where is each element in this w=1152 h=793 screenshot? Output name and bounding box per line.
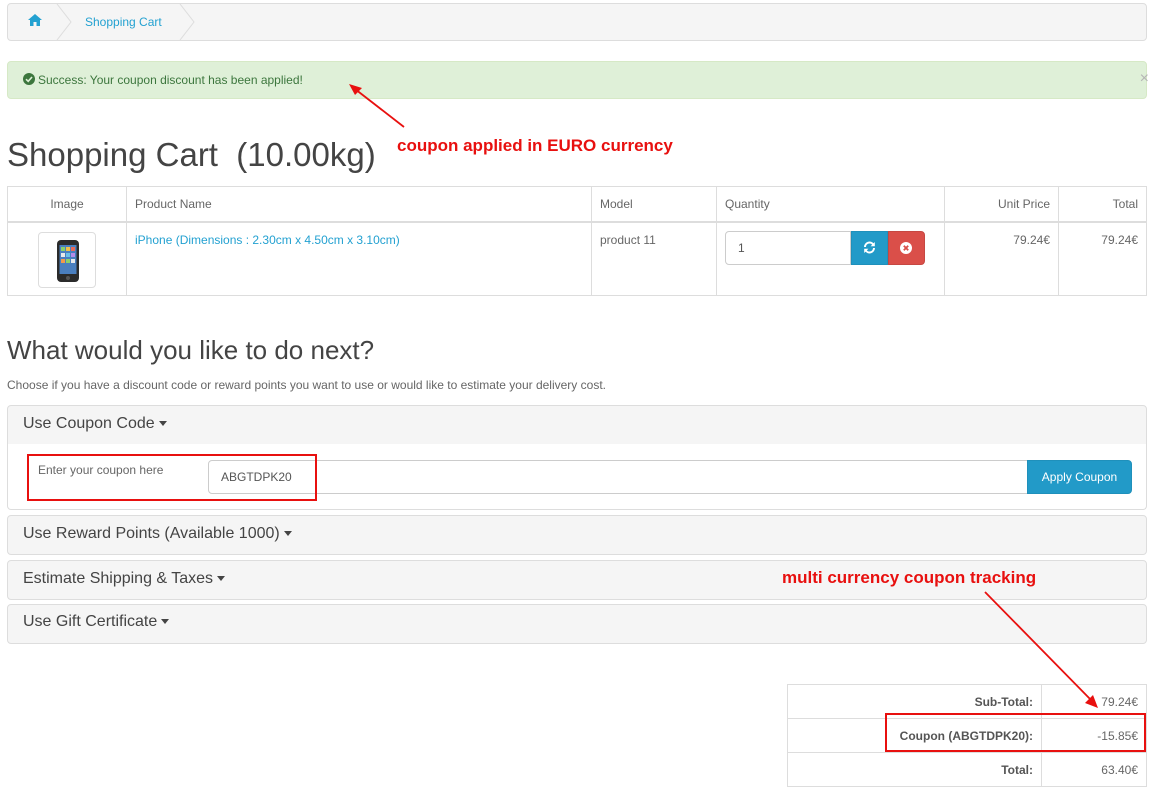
caret-down-icon <box>161 619 170 625</box>
update-button[interactable] <box>851 230 888 265</box>
total-value: 63.40€ <box>1041 752 1147 787</box>
breadcrumb-separator <box>56 4 72 40</box>
caret-down-icon <box>217 576 226 582</box>
check-circle-icon <box>23 73 35 85</box>
page-title: Shopping Cart (10.00kg) <box>7 136 376 173</box>
caret-down-icon <box>283 531 292 537</box>
phone-icon <box>57 239 79 282</box>
cart-table-header: Image Product Name Model Quantity Unit P… <box>7 186 1147 223</box>
quantity-group <box>725 230 925 265</box>
product-name-link[interactable]: iPhone (Dimensions : 2.30cm x 4.50cm x 3… <box>135 233 400 247</box>
reward-panel-title[interactable]: Use Reward Points (Available 1000) <box>23 525 292 543</box>
breadcrumb-separator <box>179 4 195 40</box>
coupon-input[interactable] <box>208 460 1028 494</box>
subtotal-value: 79.24€ <box>1041 684 1147 719</box>
cart-image-cell <box>7 221 127 296</box>
total-cell: 79.24€ <box>1058 221 1147 296</box>
totals-table: Sub-Total: 79.24€ Coupon (ABGTDPK20): -1… <box>787 684 1147 787</box>
remove-button[interactable] <box>887 230 925 265</box>
subtotal-label: Sub-Total: <box>787 684 1042 719</box>
apply-coupon-button[interactable]: Apply Coupon <box>1027 460 1132 494</box>
home-icon <box>28 14 42 26</box>
success-alert: Success: Your coupon discount has been a… <box>7 61 1149 99</box>
table-row: iPhone (Dimensions : 2.30cm x 4.50cm x 3… <box>7 221 1147 296</box>
alert-message: Success: Your coupon discount has been a… <box>38 73 303 87</box>
coupon-panel-title[interactable]: Use Coupon Code <box>23 415 167 433</box>
gift-panel-title[interactable]: Use Gift Certificate <box>23 613 170 631</box>
cart-model-cell: product 11 <box>591 221 717 296</box>
coupon-discount-label: Coupon (ABGTDPK20): <box>787 718 1042 753</box>
coupon-label: Enter your coupon here <box>38 463 164 477</box>
column-header: Unit Price <box>944 186 1059 223</box>
table-row: Coupon (ABGTDPK20): -15.85€ <box>787 718 1147 753</box>
table-row: Total: 63.40€ <box>787 752 1147 787</box>
column-header: Quantity <box>716 186 945 223</box>
coupon-panel-heading[interactable]: Use Coupon Code <box>7 405 1147 445</box>
column-header: Total <box>1058 186 1147 223</box>
close-icon[interactable]: × <box>1140 70 1149 88</box>
unit-price-cell: 79.24€ <box>944 221 1059 296</box>
column-header: Product Name <box>126 186 592 223</box>
refresh-icon <box>863 241 875 254</box>
product-thumbnail[interactable] <box>38 231 96 288</box>
coupon-panel-body: Enter your coupon here Apply Coupon <box>7 444 1147 510</box>
gift-panel-heading[interactable]: Use Gift Certificate <box>7 604 1147 644</box>
column-header: Image <box>7 186 127 223</box>
shipping-panel-title[interactable]: Estimate Shipping & Taxes <box>23 570 226 588</box>
remove-circle-icon <box>900 241 913 254</box>
breadcrumb-shopping-cart[interactable]: Shopping Cart <box>85 15 162 29</box>
coupon-discount-value: -15.85€ <box>1041 718 1147 753</box>
breadcrumb: Shopping Cart <box>7 3 1147 41</box>
caret-down-icon <box>158 421 167 427</box>
column-header: Model <box>591 186 717 223</box>
cart-product-cell: iPhone (Dimensions : 2.30cm x 4.50cm x 3… <box>126 221 592 296</box>
cart-quantity-cell <box>716 221 945 296</box>
annotation-arrows <box>349 84 1098 708</box>
euro-annotation: coupon applied in EURO currency <box>397 136 673 155</box>
total-label: Total: <box>787 752 1042 787</box>
cart-table: Image Product Name Model Quantity Unit P… <box>7 186 1147 296</box>
tracking-annotation: multi currency coupon tracking <box>782 568 1037 587</box>
next-heading: What would you like to do next? <box>7 335 375 365</box>
next-description: Choose if you have a discount code or re… <box>7 378 606 392</box>
reward-panel-heading[interactable]: Use Reward Points (Available 1000) <box>7 515 1147 555</box>
quantity-input[interactable] <box>725 230 851 265</box>
table-row: Sub-Total: 79.24€ <box>787 684 1147 719</box>
